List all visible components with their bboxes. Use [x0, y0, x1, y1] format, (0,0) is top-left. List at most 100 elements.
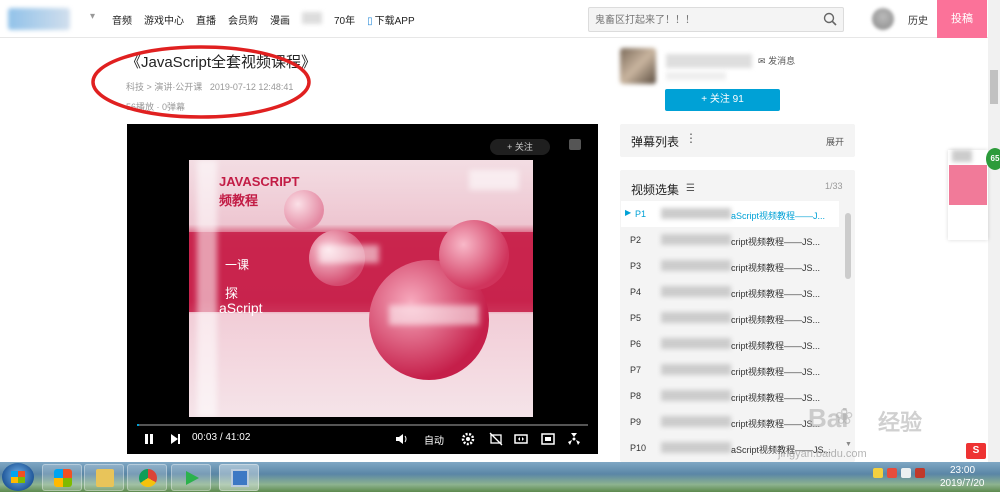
episode-number: P2 — [630, 235, 642, 245]
nav-item-70[interactable]: 70年 — [334, 12, 355, 27]
nav-item-member-shop[interactable]: 会员购 — [228, 12, 258, 27]
nav-item-redacted[interactable] — [302, 12, 322, 24]
episode-item[interactable]: ▶ P1 aScript视频教程——J... — [621, 201, 839, 227]
nav-item-live[interactable]: 直播 — [196, 12, 216, 27]
baidu-paw-icon: ❀ — [835, 404, 854, 429]
now-playing-icon: ▶ — [625, 208, 632, 217]
user-avatar[interactable] — [872, 8, 894, 30]
page-scrollbar-thumb[interactable] — [990, 70, 998, 104]
side-float-banner[interactable] — [949, 165, 987, 205]
next-icon[interactable] — [168, 432, 182, 446]
red-annotation-ellipse — [91, 45, 311, 119]
envelope-icon: ✉ — [758, 56, 766, 66]
send-message-label: 发消息 — [768, 56, 796, 66]
episode-panel-title: 视频选集 — [631, 183, 680, 197]
slide-bubble — [284, 190, 324, 230]
play-icon — [186, 471, 199, 485]
redacted-area — [661, 260, 731, 271]
send-message-link[interactable]: ✉ 发消息 — [758, 54, 795, 67]
site-logo[interactable] — [8, 8, 70, 30]
settings-icon[interactable] — [461, 432, 475, 446]
tray-icon-3[interactable] — [901, 468, 911, 478]
top-nav: 音频 游戏中心 直播 会员购 漫画 70年 ▯ 下载APP — [112, 12, 415, 27]
episode-number: P7 — [630, 365, 642, 375]
top-navbar: ▾ 音频 游戏中心 直播 会员购 漫画 70年 ▯下载APP 历史 投稿 — [0, 0, 1000, 38]
redacted-area — [197, 160, 217, 417]
fullscreen-icon[interactable] — [567, 432, 581, 446]
slide-title-2: 频教程 — [219, 193, 259, 208]
windows-logo-icon — [11, 471, 25, 483]
start-button[interactable] — [2, 463, 34, 491]
search-input[interactable] — [595, 12, 815, 28]
nav-item-audio[interactable]: 音频 — [112, 12, 132, 27]
csdn-icon[interactable]: S — [966, 443, 986, 459]
episode-title: cript视频教程——JS... — [731, 341, 821, 351]
uploader-signature — [666, 72, 726, 80]
episode-title: cript视频教程——JS... — [731, 419, 821, 429]
episode-item[interactable]: P9 cript视频教程——JS... — [621, 409, 839, 435]
tray-icon-4[interactable] — [915, 468, 925, 478]
episode-item[interactable]: P8 cript视频教程——JS... — [621, 383, 839, 409]
clock-time[interactable]: 23:00 — [950, 465, 975, 476]
tray-icon-2[interactable] — [887, 468, 897, 478]
baidu-jingyan-url: jingyan.baidu.com — [778, 448, 867, 460]
uploader-name[interactable] — [666, 54, 752, 68]
quality-selector[interactable]: 自动 — [424, 432, 444, 447]
redacted-area — [661, 312, 731, 323]
duration: 41:02 — [225, 432, 251, 443]
phone-icon: ▯ — [367, 16, 373, 27]
history-link[interactable]: 历史 — [908, 12, 928, 27]
follow-uploader-button[interactable]: + 关注 91 — [665, 89, 780, 111]
download-app-link[interactable]: ▯ 下载APP — [367, 12, 415, 27]
more-options-icon[interactable]: ⋮ — [685, 131, 697, 145]
nav-item-game-center[interactable]: 游戏中心 — [144, 12, 184, 27]
widescreen-icon[interactable] — [514, 432, 528, 446]
danmaku-list-title: 弹幕列表 — [631, 135, 680, 149]
scroll-down-arrow-icon[interactable]: ▼ — [845, 441, 852, 448]
taskbar-app-active[interactable] — [219, 464, 259, 491]
redacted-area — [389, 305, 479, 325]
side-float-widget[interactable] — [948, 150, 988, 240]
folder-icon — [96, 469, 114, 487]
volume-icon[interactable] — [394, 432, 408, 446]
chevron-down-icon[interactable]: ▾ — [90, 11, 95, 22]
danmaku-expand-button[interactable]: 展开 — [826, 135, 844, 148]
progress-fill — [137, 424, 139, 426]
search-box — [588, 7, 844, 32]
uploader-avatar[interactable] — [620, 48, 656, 84]
nav-item-comics[interactable]: 漫画 — [270, 12, 290, 27]
redacted-area — [661, 442, 731, 453]
episode-item[interactable]: P4 cript视频教程——JS... — [621, 279, 839, 305]
player-follow-button[interactable]: + 关注 — [490, 139, 550, 155]
taskbar-app-media[interactable] — [171, 464, 211, 491]
progress-bar[interactable] — [137, 424, 588, 426]
episode-item[interactable]: P7 cript视频教程——JS... — [621, 357, 839, 383]
episode-item[interactable]: P3 cript视频教程——JS... — [621, 253, 839, 279]
episode-item[interactable]: P6 cript视频教程——JS... — [621, 331, 839, 357]
side-badge[interactable]: 65 — [986, 148, 1000, 170]
clock-date[interactable]: 2019/7/20 — [940, 478, 985, 489]
redacted-area — [319, 245, 379, 263]
download-app-label: 下载APP — [374, 16, 415, 27]
episode-item[interactable]: P2 cript视频教程——JS... — [621, 227, 839, 253]
tray-icon-1[interactable] — [873, 468, 883, 478]
player-report-icon[interactable] — [569, 139, 581, 150]
episode-scrollbar[interactable] — [845, 213, 851, 279]
taskbar-app-pinned[interactable] — [42, 464, 82, 491]
taskbar-app-explorer[interactable] — [84, 464, 124, 491]
episode-title: cript视频教程——JS... — [731, 315, 821, 325]
pause-icon[interactable] — [142, 432, 156, 446]
app-window-icon — [231, 469, 249, 487]
baidu-jingyan-label: 经验 — [878, 410, 923, 435]
taskbar-app-chrome[interactable] — [127, 464, 167, 491]
list-view-icon[interactable]: ☰ — [686, 183, 695, 194]
web-fullscreen-icon[interactable] — [541, 432, 555, 446]
search-icon[interactable] — [823, 12, 837, 26]
danmaku-toggle-icon[interactable] — [489, 432, 503, 446]
upload-button[interactable]: 投稿 — [937, 0, 987, 38]
episode-number: P3 — [630, 261, 642, 271]
episode-title: cript视频教程——JS... — [731, 289, 821, 299]
current-time: 00:03 — [192, 432, 218, 443]
episode-item[interactable]: P5 cript视频教程——JS... — [621, 305, 839, 331]
windows-icon — [54, 469, 72, 487]
